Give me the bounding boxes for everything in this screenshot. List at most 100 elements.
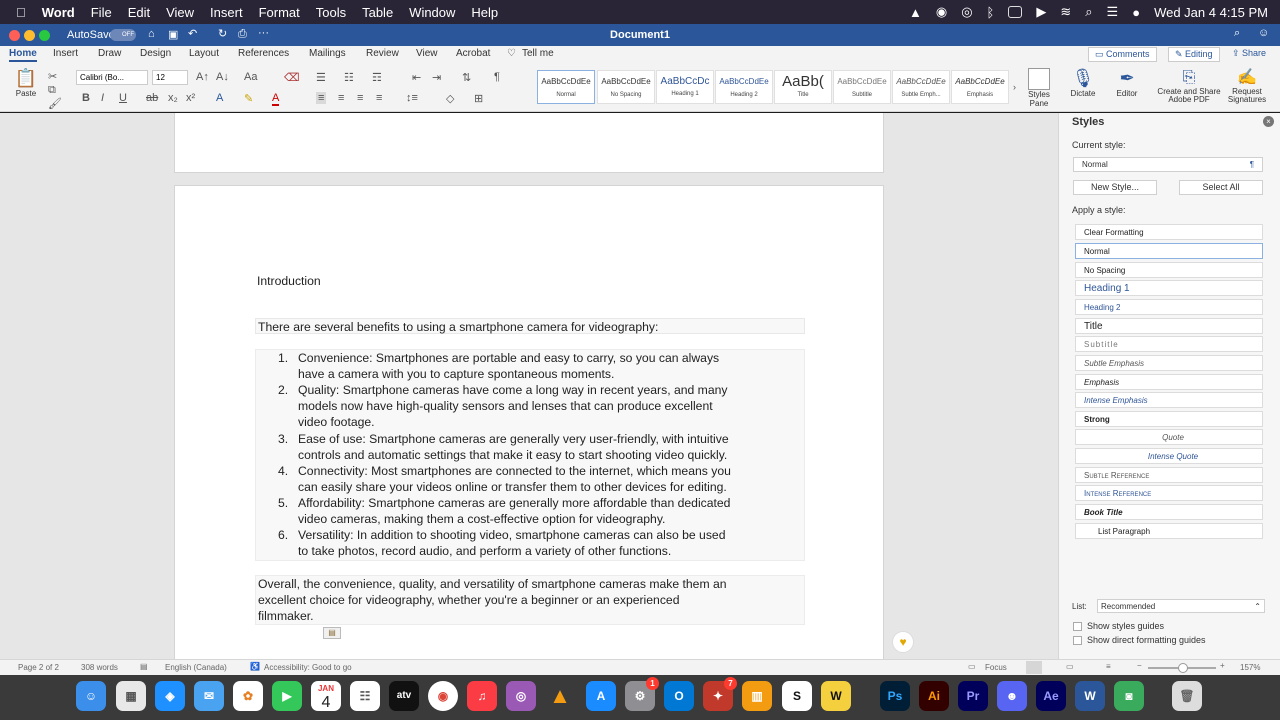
photoshop-icon[interactable]: Ps	[880, 681, 910, 711]
select-all-button[interactable]: Select All	[1179, 180, 1263, 195]
illustrator-icon[interactable]: Ai	[919, 681, 949, 711]
menu-file[interactable]: File	[91, 5, 112, 20]
trash-icon[interactable]: 🗑	[1172, 681, 1202, 711]
numbering-icon[interactable]: ☷	[344, 71, 354, 84]
zoom-slider-thumb[interactable]	[1178, 663, 1188, 673]
document-canvas[interactable]: Introduction There are several benefits …	[0, 113, 1058, 659]
editing-button[interactable]: ✎ Editing	[1168, 47, 1220, 62]
reminders-icon[interactable]: ☷	[350, 681, 380, 711]
multilevel-list-icon[interactable]: ☶	[372, 71, 382, 84]
menu-help[interactable]: Help	[471, 5, 498, 20]
word-alt-icon[interactable]: W	[821, 681, 851, 711]
sketch-icon[interactable]: S	[782, 681, 812, 711]
borders-icon[interactable]: ⊞	[474, 92, 483, 105]
chrome-icon[interactable]: ◉	[428, 681, 458, 711]
discord-icon[interactable]: ☻	[997, 681, 1027, 711]
word-count[interactable]: 308 words	[81, 663, 118, 672]
decrease-indent-icon[interactable]: ⇤	[412, 71, 421, 84]
tab-references[interactable]: References	[238, 48, 289, 59]
create-share-pdf-button[interactable]: ⎘ Create and Share Adobe PDF	[1154, 68, 1224, 104]
style-item-heading-2[interactable]: Heading 2	[1075, 299, 1263, 315]
style-item-emphasis[interactable]: Emphasis	[1075, 374, 1263, 390]
music-icon[interactable]: ♫	[467, 681, 497, 711]
tab-acrobat[interactable]: Acrobat	[456, 48, 490, 59]
change-case-icon[interactable]: Aa	[244, 71, 257, 83]
editor-button[interactable]: ✒ Editor	[1110, 68, 1144, 98]
siri-icon[interactable]: ●	[1132, 5, 1140, 20]
close-pane-icon[interactable]: ×	[1263, 116, 1274, 127]
battery-icon[interactable]	[1008, 6, 1023, 18]
launchpad-icon[interactable]: ▦	[116, 681, 146, 711]
after-effects-icon[interactable]: Ae	[1036, 681, 1066, 711]
paste-options-icon[interactable]: ▤	[323, 627, 341, 639]
accessibility-status[interactable]: Accessibility: Good to go	[264, 663, 352, 672]
play-icon[interactable]: ▶	[1036, 4, 1046, 20]
style-gallery-heading-2[interactable]: AaBbCcDdEe Heading 2	[715, 70, 773, 104]
cut-icon[interactable]: ✂	[48, 70, 57, 83]
style-gallery-emphasis[interactable]: AaBbCcDdEe Emphasis	[951, 70, 1009, 104]
style-item-list-paragraph[interactable]: List Paragraph	[1075, 523, 1263, 539]
style-item-intense-emphasis[interactable]: Intense Emphasis	[1075, 392, 1263, 408]
apple-tv-icon[interactable]: atv	[389, 681, 419, 711]
menu-table[interactable]: Table	[362, 5, 393, 20]
menu-datetime[interactable]: Wed Jan 4 4:15 PM	[1154, 5, 1268, 20]
photo-app-icon[interactable]: ✦ 7	[703, 677, 737, 711]
align-center-icon[interactable]: ≡	[338, 92, 344, 104]
style-gallery-subtitle[interactable]: AaBbCcDdEe Subtitle	[833, 70, 891, 104]
menu-edit[interactable]: Edit	[128, 5, 150, 20]
comments-button[interactable]: ▭ Comments	[1088, 47, 1157, 62]
increase-indent-icon[interactable]: ⇥	[432, 71, 441, 84]
style-item-intense-quote[interactable]: Intense Quote	[1075, 448, 1263, 464]
style-item-subtle-reference[interactable]: Subtle Reference	[1075, 467, 1263, 483]
request-signatures-button[interactable]: ✍ Request Signatures	[1224, 68, 1270, 104]
focus-mode-button[interactable]: Focus	[985, 663, 1007, 672]
calendar-icon[interactable]: JAN 4	[311, 681, 341, 711]
bold-icon[interactable]: B	[82, 92, 90, 104]
tell-me-field[interactable]: Tell me	[522, 48, 554, 59]
style-item-book-title[interactable]: Book Title	[1075, 504, 1263, 520]
style-gallery-subtle-emphasis[interactable]: AaBbCcDdEe Subtle Emph...	[892, 70, 950, 104]
app-store-icon[interactable]: A	[586, 681, 616, 711]
benefits-list[interactable]: 1. Convenience: Smartphones are portable …	[255, 349, 805, 561]
books-icon[interactable]: ▥	[742, 681, 772, 711]
style-item-normal[interactable]: Normal	[1075, 243, 1263, 259]
mail-icon[interactable]: ✉	[194, 681, 224, 711]
creative-cloud-icon[interactable]: ◎	[961, 4, 972, 20]
word-icon[interactable]: W	[1075, 681, 1105, 711]
zoom-in-icon[interactable]: +	[1220, 661, 1225, 670]
tab-design[interactable]: Design	[140, 48, 171, 59]
menu-tools[interactable]: Tools	[316, 5, 346, 20]
justify-icon[interactable]: ≡	[376, 92, 382, 104]
tab-view[interactable]: View	[416, 48, 438, 59]
status-icon[interactable]: ▲	[909, 5, 922, 20]
list-filter-select[interactable]: Recommended ⌃	[1097, 599, 1265, 613]
closing-paragraph[interactable]: Overall, the convenience, quality, and v…	[255, 575, 805, 625]
style-item-strong[interactable]: Strong	[1075, 411, 1263, 427]
styles-pane-button[interactable]: Styles Pane	[1024, 68, 1054, 108]
intro-paragraph[interactable]: There are several benefits to using a sm…	[255, 318, 805, 334]
styles-guides-checkbox[interactable]	[1073, 622, 1082, 631]
clear-formatting-icon[interactable]: ⌫	[284, 71, 300, 84]
wifi-icon[interactable]: ≋	[1060, 4, 1071, 20]
tab-review[interactable]: Review	[366, 48, 399, 59]
vlc-icon[interactable]: ▲	[545, 681, 575, 711]
language-status[interactable]: English (Canada)	[165, 663, 227, 672]
font-name-select[interactable]: Calibri (Bo...	[76, 70, 148, 85]
outline-view-icon[interactable]: ≡	[1106, 662, 1111, 671]
proofing-icon[interactable]: ▤	[140, 662, 148, 671]
show-formatting-icon[interactable]: ¶	[494, 71, 500, 83]
style-gallery-title[interactable]: AaBb(Title	[774, 70, 832, 104]
grow-font-icon[interactable]: A↑	[196, 71, 209, 83]
bluetooth-icon[interactable]: ᛒ	[987, 5, 995, 20]
tab-layout[interactable]: Layout	[189, 48, 219, 59]
web-layout-view-icon[interactable]: ▭	[1066, 662, 1074, 671]
style-item-intense-reference[interactable]: Intense Reference	[1075, 485, 1263, 501]
bullets-icon[interactable]: ☰	[316, 71, 326, 84]
copy-icon[interactable]: ⧉	[48, 84, 56, 97]
system-settings-icon[interactable]: ⚙ 1	[625, 677, 659, 711]
account-icon[interactable]: ☺	[1258, 27, 1269, 39]
tab-home[interactable]: Home	[9, 48, 37, 62]
zoom-level[interactable]: 157%	[1240, 663, 1260, 672]
tab-insert[interactable]: Insert	[53, 48, 78, 59]
apple-icon[interactable]: 	[16, 5, 26, 20]
